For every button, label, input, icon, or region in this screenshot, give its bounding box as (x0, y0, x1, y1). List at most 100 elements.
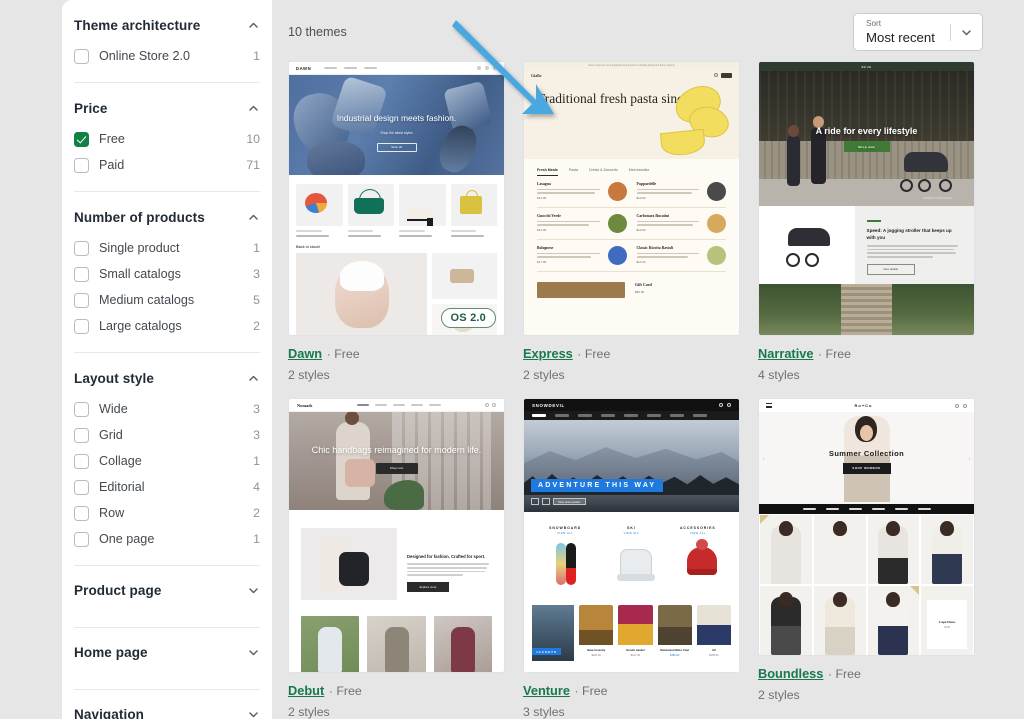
filter-option-wide[interactable]: Wide 3 (74, 396, 260, 422)
checkbox[interactable] (74, 319, 89, 334)
product-price: $135.00 (697, 654, 731, 657)
filter-option-collage[interactable]: Collage 1 (74, 448, 260, 474)
filter-option-medium-catalogs[interactable]: Medium catalogs 5 (74, 287, 260, 313)
preview-header: SNOWDEVIL (524, 399, 739, 411)
item-price: $14.00 (537, 228, 603, 232)
theme-name-link[interactable]: Venture (523, 683, 570, 698)
filter-group-title: Number of products (74, 210, 205, 225)
theme-preview-narrative: Stroll A ride for every lifestyle Shop n… (759, 62, 974, 335)
preview-brand: Giallo (531, 73, 541, 78)
theme-card-express[interactable]: Now in-store for our temporarily closed … (523, 61, 740, 382)
preview-feature-image (301, 528, 397, 600)
checkbox[interactable] (74, 158, 89, 173)
preview-category: ACCESSORIES VIEW ALL (665, 526, 731, 587)
filter-option-paid[interactable]: Paid 71 (74, 152, 260, 178)
chevron-up-icon[interactable] (247, 102, 260, 115)
sort-dropdown[interactable]: Sort Most recent (853, 13, 983, 51)
theme-card-boundless[interactable]: Ro+Co ‹› Summer Collection SHOP WOMENS (758, 398, 975, 719)
preview-promo-tile: JACKETS (532, 605, 574, 661)
filter-option-one-page[interactable]: One page 1 (74, 526, 260, 552)
checkbox[interactable] (74, 428, 89, 443)
theme-name-link[interactable]: Dawn (288, 346, 322, 361)
chevron-up-icon[interactable] (247, 372, 260, 385)
separator: · (828, 667, 832, 681)
checkbox[interactable] (74, 402, 89, 417)
filter-group-theme-architecture: Theme architecture Online Store 2.0 1 (74, 0, 260, 83)
filter-option-single-product[interactable]: Single product 1 (74, 235, 260, 261)
filter-option-count: 1 (253, 532, 260, 546)
preview-product: Haze Ceresity $110.00 (579, 605, 613, 661)
theme-title-line: Debut · Free (288, 682, 505, 700)
filter-group-header[interactable]: Theme architecture (74, 14, 260, 43)
separator: · (327, 347, 331, 361)
theme-thumbnail[interactable]: SNOWDEVIL ADVENTURE THIS WAY Shop winter… (523, 398, 740, 673)
product-name: Rasterized Moto Coat (658, 648, 692, 652)
checkbox[interactable] (74, 241, 89, 256)
checkbox[interactable] (74, 480, 89, 495)
preview-menu-item: Gnocchi Verde $14.00 (537, 214, 627, 233)
filter-option-count: 71 (246, 158, 260, 172)
theme-card-debut[interactable]: Nomads Chic handbags reimagined for mode… (288, 398, 505, 719)
filter-option-large-catalogs[interactable]: Large catalogs 2 (74, 313, 260, 339)
checkbox[interactable] (74, 454, 89, 469)
theme-thumbnail[interactable]: Now in-store for our temporarily closed … (523, 61, 740, 336)
filter-option-editorial[interactable]: Editorial 4 (74, 474, 260, 500)
os-2-0-badge: OS 2.0 (441, 308, 496, 328)
preview-header: Ro+Co (759, 399, 974, 412)
theme-thumbnail[interactable]: Stroll A ride for every lifestyle Shop n… (758, 61, 975, 336)
filter-group-header[interactable]: Layout style (74, 367, 260, 396)
theme-card-venture[interactable]: SNOWDEVIL ADVENTURE THIS WAY Shop winter… (523, 398, 740, 719)
filter-group-product-page[interactable]: Product page (74, 566, 260, 614)
theme-name-link[interactable]: Debut (288, 683, 324, 698)
theme-meta: Debut · Free 2 styles (288, 673, 505, 719)
preview-hero: A ride for every lifestyle Shop now SPEE… (759, 71, 974, 206)
chevron-up-icon[interactable] (247, 19, 260, 32)
theme-card-dawn[interactable]: DAWN Industrial design meets fashion. Sh… (288, 61, 505, 382)
preview-carousel-controls: Shop winter jackets (531, 498, 586, 505)
chevron-down-icon[interactable] (247, 646, 260, 659)
filter-option-row[interactable]: Row 2 (74, 500, 260, 526)
preview-tab: Merchandise (629, 168, 650, 172)
checkbox-checked[interactable] (74, 132, 89, 147)
filter-group-header[interactable]: Price (74, 97, 260, 126)
filter-group-home-page[interactable]: Home page (74, 628, 260, 676)
preview-brand: Nomads (297, 403, 312, 408)
checkbox[interactable] (74, 49, 89, 64)
chevron-up-icon[interactable] (247, 211, 260, 224)
preview-product: Alt $135.00 (697, 605, 731, 661)
filter-option-label: Grid (99, 428, 253, 442)
filter-group-title: Layout style (74, 371, 154, 386)
theme-price: · Free (329, 684, 362, 698)
filter-option-online-store-2-0[interactable]: Online Store 2.0 1 (74, 43, 260, 69)
theme-thumbnail[interactable]: Ro+Co ‹› Summer Collection SHOP WOMENS (758, 398, 975, 656)
filter-group-header[interactable]: Number of products (74, 206, 260, 235)
theme-name-link[interactable]: Narrative (758, 346, 814, 361)
filter-option-small-catalogs[interactable]: Small catalogs 3 (74, 261, 260, 287)
theme-thumbnail[interactable]: DAWN Industrial design meets fashion. Sh… (288, 61, 505, 336)
checkbox[interactable] (74, 267, 89, 282)
filter-option-count: 3 (253, 267, 260, 281)
filter-group-title: Home page (74, 645, 148, 660)
theme-name-link[interactable]: Express (523, 346, 573, 361)
separator: · (329, 684, 333, 698)
chevron-down-icon[interactable] (247, 584, 260, 597)
chevron-down-icon[interactable] (960, 26, 973, 39)
checkbox[interactable] (74, 532, 89, 547)
filter-option-grid[interactable]: Grid 3 (74, 422, 260, 448)
filter-group-price: Price Free 10 Paid 71 (74, 83, 260, 192)
preview-menu-list: Lasagna $14.00 Pappardelle (524, 172, 739, 272)
filter-group-layout-style: Layout style Wide 3 Grid 3 Collage 1 Edi… (74, 353, 260, 566)
filter-option-label: Medium catalogs (99, 293, 253, 307)
theme-thumbnail[interactable]: Nomads Chic handbags reimagined for mode… (288, 398, 505, 673)
filter-group-navigation[interactable]: Navigation (74, 690, 260, 719)
filter-option-free[interactable]: Free 10 (74, 126, 260, 152)
checkbox[interactable] (74, 506, 89, 521)
checkbox[interactable] (74, 293, 89, 308)
theme-card-narrative[interactable]: Stroll A ride for every lifestyle Shop n… (758, 61, 975, 382)
filter-option-label: One page (99, 532, 253, 546)
item-price: $11.00 (637, 260, 703, 264)
preview-menu-row: Lasagna $14.00 Pappardelle (537, 182, 726, 208)
theme-name-link[interactable]: Boundless (758, 666, 823, 681)
chevron-down-icon[interactable] (247, 708, 260, 719)
filter-group-number-of-products: Number of products Single product 1 Smal… (74, 192, 260, 353)
